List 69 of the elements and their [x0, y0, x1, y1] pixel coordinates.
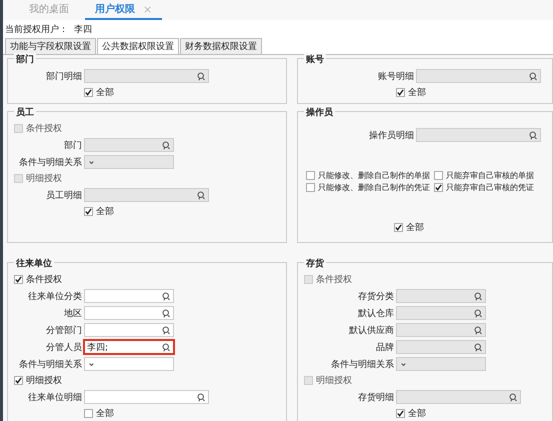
field-label: 往来单位分类 — [27, 290, 82, 302]
checkbox-label: 全部 — [408, 408, 426, 420]
checkbox-label: 只能弃审自己审核的单据 — [446, 170, 534, 181]
field-label: 品牌 — [375, 342, 394, 354]
checkbox[interactable] — [306, 183, 315, 192]
field-label: 地区 — [63, 308, 82, 320]
field-label: 往来单位明细 — [27, 392, 82, 404]
lookup-field[interactable] — [84, 390, 209, 404]
checkbox-label: 明细授权 — [316, 374, 352, 387]
checkbox[interactable] — [84, 88, 93, 97]
checkbox-label: 全部 — [96, 206, 114, 218]
checkbox[interactable] — [14, 376, 23, 385]
checkbox[interactable] — [396, 88, 405, 97]
current-user-label: 当前授权用户： — [5, 24, 68, 36]
field-label: 默认供应商 — [348, 324, 394, 336]
field-label: 条件与明细关系 — [330, 358, 394, 370]
field-label: 存货明细 — [357, 392, 394, 404]
checkbox[interactable] — [14, 275, 23, 284]
checkbox-label: 明细授权 — [26, 374, 62, 387]
checkbox-label: 只能修改、删除自己制作的凭证 — [318, 182, 430, 193]
group-title: 操作员 — [304, 106, 335, 119]
lookup-field[interactable] — [84, 323, 174, 337]
checkbox-label: 全部 — [96, 408, 114, 420]
group-title: 部门 — [14, 53, 36, 66]
checkbox[interactable] — [396, 409, 405, 418]
lookup-field[interactable] — [84, 289, 174, 303]
field-label: 员工明细 — [45, 190, 82, 202]
search-icon[interactable] — [162, 326, 171, 334]
checkbox-label: 全部 — [96, 86, 114, 99]
checkbox-label: 全部 — [406, 222, 424, 234]
lookup-field[interactable] — [84, 306, 174, 320]
search-icon[interactable] — [162, 308, 171, 318]
checkbox[interactable] — [434, 171, 443, 180]
field-label: 操作员明细 — [368, 130, 414, 142]
checkbox[interactable] — [394, 223, 403, 232]
tab[interactable]: 用户权限 × — [85, 0, 162, 20]
group-title: 存货 — [304, 257, 326, 270]
settings-tab[interactable]: 公共数据权限设置 — [97, 38, 179, 54]
checkbox-label: 条件授权 — [26, 122, 62, 135]
lookup-field[interactable]: 李四; — [84, 340, 174, 354]
field-label: 部门 — [63, 140, 82, 152]
checkbox-label: 条件授权 — [26, 274, 62, 286]
field-label: 分管部门 — [45, 324, 82, 336]
checkbox-label: 只能弃审自己审核的凭证 — [446, 182, 534, 193]
field-label: 条件与明细关系 — [18, 358, 82, 370]
checkbox[interactable] — [306, 171, 315, 180]
field-label: 默认仓库 — [357, 308, 394, 320]
checkbox[interactable] — [84, 207, 93, 216]
group-title: 员工 — [14, 106, 36, 119]
field-label: 部门明细 — [45, 70, 82, 82]
checkbox-label: 明细授权 — [26, 172, 62, 185]
search-icon[interactable] — [197, 392, 206, 402]
settings-tab[interactable]: 财务数据权限设置 — [180, 38, 262, 54]
dropdown[interactable] — [84, 357, 174, 371]
checkbox[interactable] — [434, 183, 443, 192]
group-title: 账号 — [304, 53, 326, 66]
search-icon[interactable] — [162, 292, 171, 300]
checkbox-label: 全部 — [408, 86, 426, 99]
current-user-value: 李四 — [74, 24, 92, 36]
checkbox[interactable] — [84, 409, 93, 418]
field-label: 账号明细 — [377, 70, 414, 82]
field-label: 分管人员 — [45, 342, 82, 354]
search-icon[interactable] — [162, 342, 171, 352]
checkbox-label: 条件授权 — [316, 274, 352, 286]
field-label: 存货分类 — [357, 290, 394, 302]
checkbox-label: 只能修改、删除自己制作的单据 — [318, 170, 430, 181]
field-label: 条件与明细关系 — [18, 156, 82, 168]
group-title: 往来单位 — [14, 257, 54, 270]
settings-tab[interactable]: 功能与字段权限设置 — [5, 38, 96, 54]
